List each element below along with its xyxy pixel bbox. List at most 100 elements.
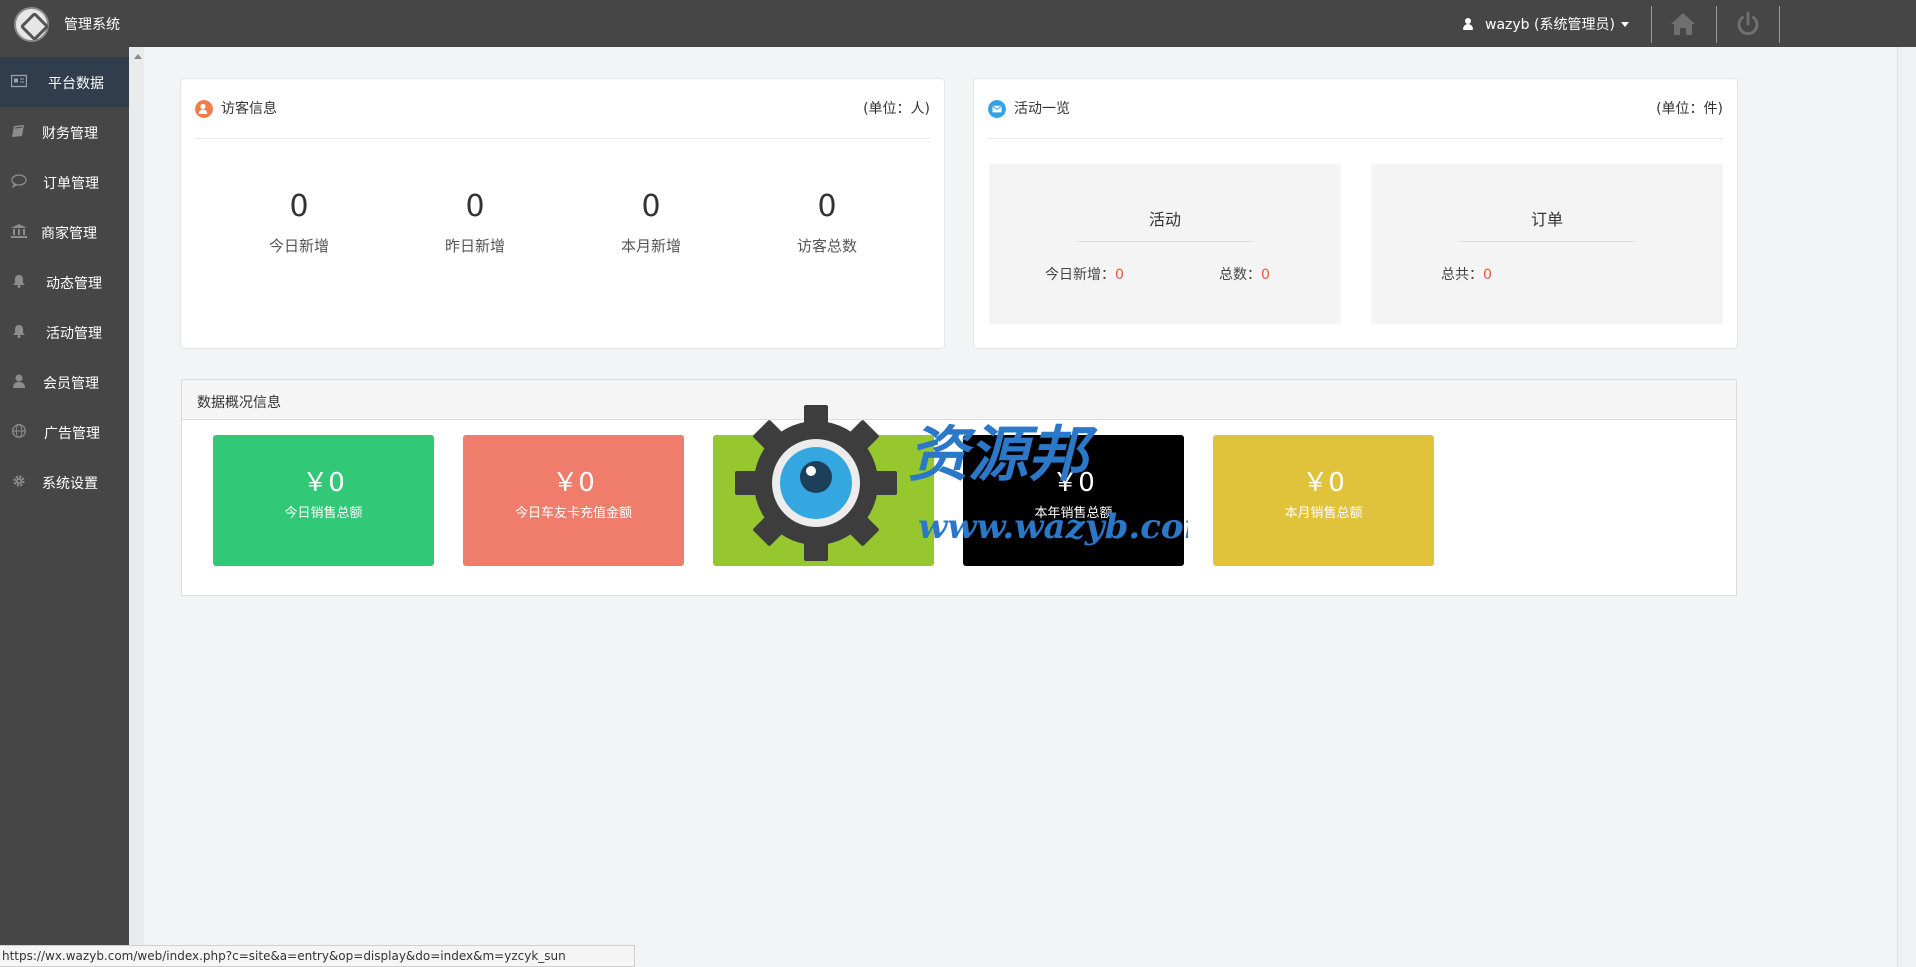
sidebar-item-ads[interactable]: 广告管理 xyxy=(0,407,129,457)
sidebar-item-platform-data[interactable]: 平台数据 xyxy=(0,57,129,107)
stat-total-visitors: 0 访客总数 xyxy=(767,189,887,256)
sidebar-item-activities[interactable]: 活动管理 xyxy=(0,307,129,357)
activity-card: 活动 今日新增：0 总数：0 xyxy=(989,164,1341,324)
visitors-unit: (单位：人) xyxy=(863,101,930,117)
tile-today-sales: ￥0 今日销售总额 xyxy=(213,435,434,566)
tile-label: 今日活动金额 xyxy=(784,506,863,521)
stat-value: 0 xyxy=(817,189,837,224)
order-card: 订单 总共：0 xyxy=(1371,164,1723,324)
tile-label: 今日车友卡充值金额 xyxy=(514,506,632,521)
stat-label: 本月新增 xyxy=(620,237,681,255)
stat-value: 0 xyxy=(289,189,309,224)
tile-amount: ￥0 xyxy=(552,468,595,498)
globe-icon xyxy=(12,424,26,438)
tile-today-activity-amount: ￥0 今日活动金额 xyxy=(713,435,934,566)
scroll-up-icon[interactable] xyxy=(134,54,142,59)
sidebar-item-label: 广告管理 xyxy=(44,426,100,442)
user-menu[interactable]: wazyb (系统管理员) xyxy=(1462,14,1629,34)
stat-label: 今日新增 xyxy=(268,237,329,255)
user-icon xyxy=(1462,18,1473,30)
tile-amount: ￥0 xyxy=(1302,468,1345,498)
sidebar-item-label: 平台数据 xyxy=(48,76,104,92)
tile-year-sales: ￥0 本年销售总额 xyxy=(963,435,1184,566)
chevron-down-icon xyxy=(1620,22,1629,27)
order-total-label: 总共： xyxy=(1441,267,1483,283)
user-label: wazyb (系统管理员) xyxy=(1485,17,1615,33)
divider xyxy=(1651,6,1652,43)
sidebar-item-dynamics[interactable]: 动态管理 xyxy=(0,257,129,307)
book-icon xyxy=(12,125,24,137)
comment-icon xyxy=(11,174,27,188)
activity-today-label: 今日新增： xyxy=(1045,267,1115,283)
sidebar-scrollbar[interactable] xyxy=(129,47,144,967)
sidebar-item-label: 活动管理 xyxy=(46,326,102,342)
divider xyxy=(988,138,1723,139)
id-card-icon xyxy=(11,74,27,88)
overview-header: 数据概况信息 xyxy=(182,380,1736,420)
sidebar-item-label: 动态管理 xyxy=(46,276,102,292)
bell-icon xyxy=(13,275,25,288)
divider xyxy=(1716,6,1717,43)
tile-label: 本月销售总额 xyxy=(1284,506,1363,521)
activities-panel: 活动一览 (单位：件) 活动 今日新增：0 总数：0 订单 总共：0 xyxy=(973,78,1738,349)
order-total-value: 0 xyxy=(1483,267,1492,283)
divider xyxy=(1459,241,1635,242)
activity-card-title: 活动 xyxy=(1148,210,1181,229)
stat-today-new: 0 今日新增 xyxy=(239,189,359,256)
divider xyxy=(195,138,930,139)
visitors-title: 访客信息 xyxy=(221,101,277,117)
sidebar-item-label: 会员管理 xyxy=(43,376,99,392)
sidebar-item-label: 订单管理 xyxy=(43,176,99,192)
sidebar: 平台数据 财务管理 订单管理 商家管理 动态管理 活动管理 会员管理 广告管理 … xyxy=(0,47,129,967)
stat-month-new: 0 本月新增 xyxy=(591,189,711,256)
activity-total-value: 0 xyxy=(1261,267,1270,283)
top-bar: 管理系统 wazyb (系统管理员) xyxy=(0,0,1916,47)
order-total: 总共：0 xyxy=(1441,264,1492,284)
browser-status-url: https://wx.wazyb.com/web/index.php?c=sit… xyxy=(0,945,635,967)
visitor-icon xyxy=(195,100,213,118)
stat-label: 昨日新增 xyxy=(444,237,505,255)
visitors-panel: 访客信息 (单位：人) 0 今日新增 0 昨日新增 0 本月新增 0 访客总数 xyxy=(180,78,945,349)
sidebar-item-settings[interactable]: 系统设置 xyxy=(0,457,129,507)
logout-button[interactable] xyxy=(1733,9,1763,39)
activity-today-value: 0 xyxy=(1115,267,1124,283)
sidebar-item-label: 系统设置 xyxy=(42,476,98,492)
app-title: 管理系统 xyxy=(64,17,120,33)
sidebar-item-members[interactable]: 会员管理 xyxy=(0,357,129,407)
tile-amount: ￥0 xyxy=(1052,468,1095,498)
activity-today-new: 今日新增：0 xyxy=(1045,264,1124,284)
bell-icon xyxy=(13,325,25,338)
activity-total-label: 总数： xyxy=(1219,267,1261,283)
order-card-title: 订单 xyxy=(1530,210,1563,229)
tile-label: 本年销售总额 xyxy=(1034,506,1113,521)
sidebar-item-merchants[interactable]: 商家管理 xyxy=(0,207,129,257)
sidebar-item-label: 财务管理 xyxy=(42,126,98,142)
power-icon xyxy=(1737,11,1759,36)
tile-amount: ￥0 xyxy=(802,468,845,498)
sidebar-item-finance[interactable]: 财务管理 xyxy=(0,107,129,157)
user-icon xyxy=(13,374,25,388)
overview-panel: 数据概况信息 ￥0 今日销售总额 ￥0 今日车友卡充值金额 ￥0 今日活动金额 … xyxy=(181,379,1737,596)
stat-value: 0 xyxy=(465,189,485,224)
tile-month-sales: ￥0 本月销售总额 xyxy=(1213,435,1434,566)
bank-icon xyxy=(11,224,27,238)
activity-total: 总数：0 xyxy=(1219,264,1270,284)
tile-today-card-recharge: ￥0 今日车友卡充值金额 xyxy=(463,435,684,566)
overview-title: 数据概况信息 xyxy=(197,395,281,411)
activities-unit: (单位：件) xyxy=(1656,101,1723,117)
tile-label: 今日销售总额 xyxy=(284,506,363,521)
stat-value: 0 xyxy=(641,189,661,224)
divider xyxy=(1077,241,1253,242)
page-scrollbar[interactable] xyxy=(1897,47,1916,967)
sidebar-item-label: 商家管理 xyxy=(41,226,97,242)
home-icon xyxy=(1671,13,1695,35)
sidebar-item-orders[interactable]: 订单管理 xyxy=(0,157,129,207)
gear-icon xyxy=(13,475,25,487)
divider xyxy=(1779,6,1780,43)
mail-icon xyxy=(988,100,1006,118)
logo-icon[interactable] xyxy=(14,7,49,42)
tile-amount: ￥0 xyxy=(302,468,345,498)
home-button[interactable] xyxy=(1668,9,1698,39)
stat-label: 访客总数 xyxy=(796,237,857,255)
activities-title: 活动一览 xyxy=(1014,101,1070,117)
